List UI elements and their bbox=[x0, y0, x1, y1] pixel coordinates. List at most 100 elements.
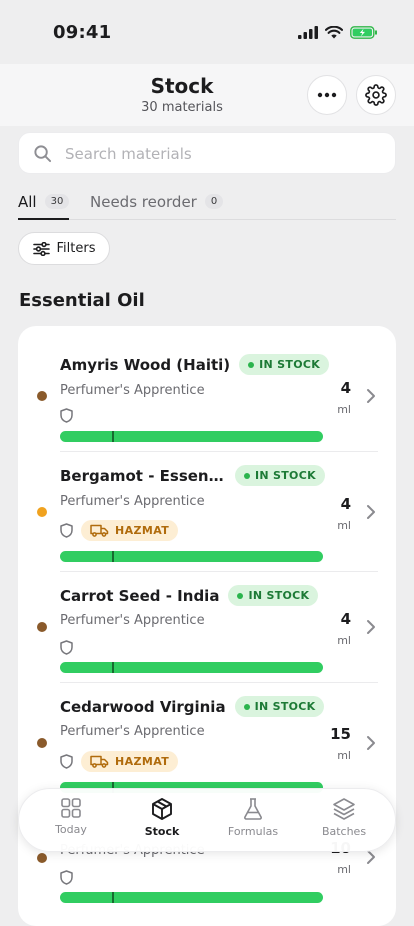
name-line: Cedarwood Virginia IN STOCK bbox=[60, 696, 325, 717]
tab-all[interactable]: All 30 bbox=[18, 185, 70, 220]
signal-icon bbox=[298, 26, 318, 39]
category-dot bbox=[37, 853, 47, 863]
more-button[interactable] bbox=[307, 75, 347, 115]
grid-icon bbox=[61, 798, 81, 818]
meta-line bbox=[60, 870, 73, 885]
tab-all-label: All bbox=[18, 192, 37, 211]
category-dot bbox=[37, 738, 47, 748]
settings-button[interactable] bbox=[356, 75, 396, 115]
tab-today[interactable]: Today bbox=[31, 797, 111, 836]
truck-icon bbox=[90, 755, 109, 768]
more-icon bbox=[317, 92, 337, 98]
hazmat-badge: HAZMAT bbox=[81, 751, 179, 772]
tab-needs-reorder-count: 0 bbox=[204, 194, 224, 209]
meta-line bbox=[60, 408, 73, 423]
material-name: Cedarwood Virginia bbox=[60, 697, 226, 716]
material-name: Bergamot - Essential… bbox=[60, 466, 226, 485]
status-badge: IN STOCK bbox=[234, 696, 325, 717]
tab-batches[interactable]: Batches bbox=[304, 797, 384, 838]
page-header: Stock 30 materials bbox=[0, 64, 414, 126]
wifi-icon bbox=[325, 26, 343, 39]
stock-level-bar bbox=[60, 431, 323, 442]
search-bar bbox=[18, 132, 396, 175]
quantity-unit: ml bbox=[337, 863, 351, 876]
search-input[interactable] bbox=[63, 133, 387, 175]
status-time: 09:41 bbox=[53, 22, 112, 43]
stock-level-bar bbox=[60, 551, 323, 562]
flask-icon bbox=[244, 798, 262, 820]
material-name: Carrot Seed - India bbox=[60, 586, 220, 605]
meta-line: HAZMAT bbox=[60, 520, 179, 541]
reorder-threshold-mark bbox=[112, 431, 114, 442]
layers-icon bbox=[333, 798, 355, 820]
supplier-name: Perfumer's Apprentice bbox=[60, 383, 205, 398]
shield-icon bbox=[60, 640, 73, 655]
chevron-right-icon bbox=[367, 620, 375, 634]
hazmat-label: HAZMAT bbox=[115, 755, 170, 768]
tab-stock-label: Stock bbox=[144, 825, 180, 838]
list-item[interactable]: Bergamot - Essential… IN STOCK Perfumer'… bbox=[18, 452, 396, 572]
tab-formulas[interactable]: Formulas bbox=[213, 797, 293, 838]
reorder-threshold-mark bbox=[112, 551, 114, 562]
chevron-right-icon bbox=[367, 736, 375, 750]
reorder-threshold-mark bbox=[112, 662, 114, 673]
quantity-unit: ml bbox=[337, 403, 351, 416]
name-line: Bergamot - Essential… IN STOCK bbox=[60, 465, 325, 486]
list-item[interactable]: Cedarwood Virginia IN STOCK Perfumer's A… bbox=[18, 683, 396, 803]
material-name: Amyris Wood (Haiti) bbox=[60, 355, 231, 374]
section-title: Essential Oil bbox=[19, 290, 145, 311]
status-bar: 09:41 bbox=[0, 0, 414, 64]
meta-line: HAZMAT bbox=[60, 751, 179, 772]
status-badge: IN STOCK bbox=[235, 465, 325, 486]
box-icon bbox=[152, 798, 172, 820]
shield-icon bbox=[60, 870, 73, 885]
list-item[interactable]: Amyris Wood (Haiti) IN STOCK Perfumer's … bbox=[18, 326, 396, 452]
quantity-value: 4 bbox=[340, 610, 351, 628]
shield-icon bbox=[60, 523, 73, 538]
sliders-icon bbox=[32, 241, 50, 256]
tab-today-label: Today bbox=[55, 823, 87, 836]
stock-level-bar bbox=[60, 662, 323, 673]
status-badge: IN STOCK bbox=[228, 585, 319, 606]
stock-level-bar bbox=[60, 892, 323, 903]
quantity-value: 4 bbox=[340, 495, 351, 513]
bottom-tab-bar: Today Stock Formulas Batches bbox=[18, 788, 396, 852]
quantity: 4 ml bbox=[337, 379, 351, 416]
supplier-name: Perfumer's Apprentice bbox=[60, 494, 205, 509]
chevron-right-icon bbox=[367, 389, 375, 403]
name-line: Carrot Seed - India IN STOCK bbox=[60, 585, 319, 606]
supplier-name: Perfumer's Apprentice bbox=[60, 724, 205, 739]
supplier-name: Perfumer's Apprentice bbox=[60, 613, 205, 628]
shield-icon bbox=[60, 408, 73, 423]
category-dot bbox=[37, 622, 47, 632]
category-dot bbox=[37, 507, 47, 517]
status-badge: IN STOCK bbox=[239, 354, 330, 375]
tab-batches-label: Batches bbox=[321, 825, 367, 838]
list-item[interactable]: Carrot Seed - India IN STOCK Perfumer's … bbox=[18, 572, 396, 683]
quantity-unit: ml bbox=[337, 519, 351, 532]
quantity-value: 4 bbox=[340, 379, 351, 397]
quantity-value: 15 bbox=[330, 725, 351, 743]
tab-needs-reorder[interactable]: Needs reorder 0 bbox=[90, 185, 224, 218]
tab-stock[interactable]: Stock bbox=[122, 797, 202, 838]
tab-needs-reorder-label: Needs reorder bbox=[90, 192, 197, 211]
reorder-threshold-mark bbox=[112, 892, 114, 903]
chevron-right-icon bbox=[367, 505, 375, 519]
filters-label: Filters bbox=[56, 241, 96, 256]
hazmat-badge: HAZMAT bbox=[81, 520, 179, 541]
tab-all-count: 30 bbox=[44, 194, 70, 209]
search-icon bbox=[34, 145, 52, 163]
filters-button[interactable]: Filters bbox=[18, 232, 110, 265]
quantity: 15 ml bbox=[330, 725, 351, 762]
battery-icon bbox=[350, 26, 377, 39]
hazmat-label: HAZMAT bbox=[115, 524, 170, 537]
meta-line bbox=[60, 640, 73, 655]
segment-tabs: All 30 Needs reorder 0 bbox=[18, 185, 396, 220]
gear-icon bbox=[365, 84, 387, 106]
truck-icon bbox=[90, 524, 109, 537]
category-dot bbox=[37, 391, 47, 401]
shield-icon bbox=[60, 754, 73, 769]
quantity: 4 ml bbox=[337, 610, 351, 647]
tab-formulas-label: Formulas bbox=[227, 825, 279, 838]
status-icons bbox=[298, 26, 378, 39]
